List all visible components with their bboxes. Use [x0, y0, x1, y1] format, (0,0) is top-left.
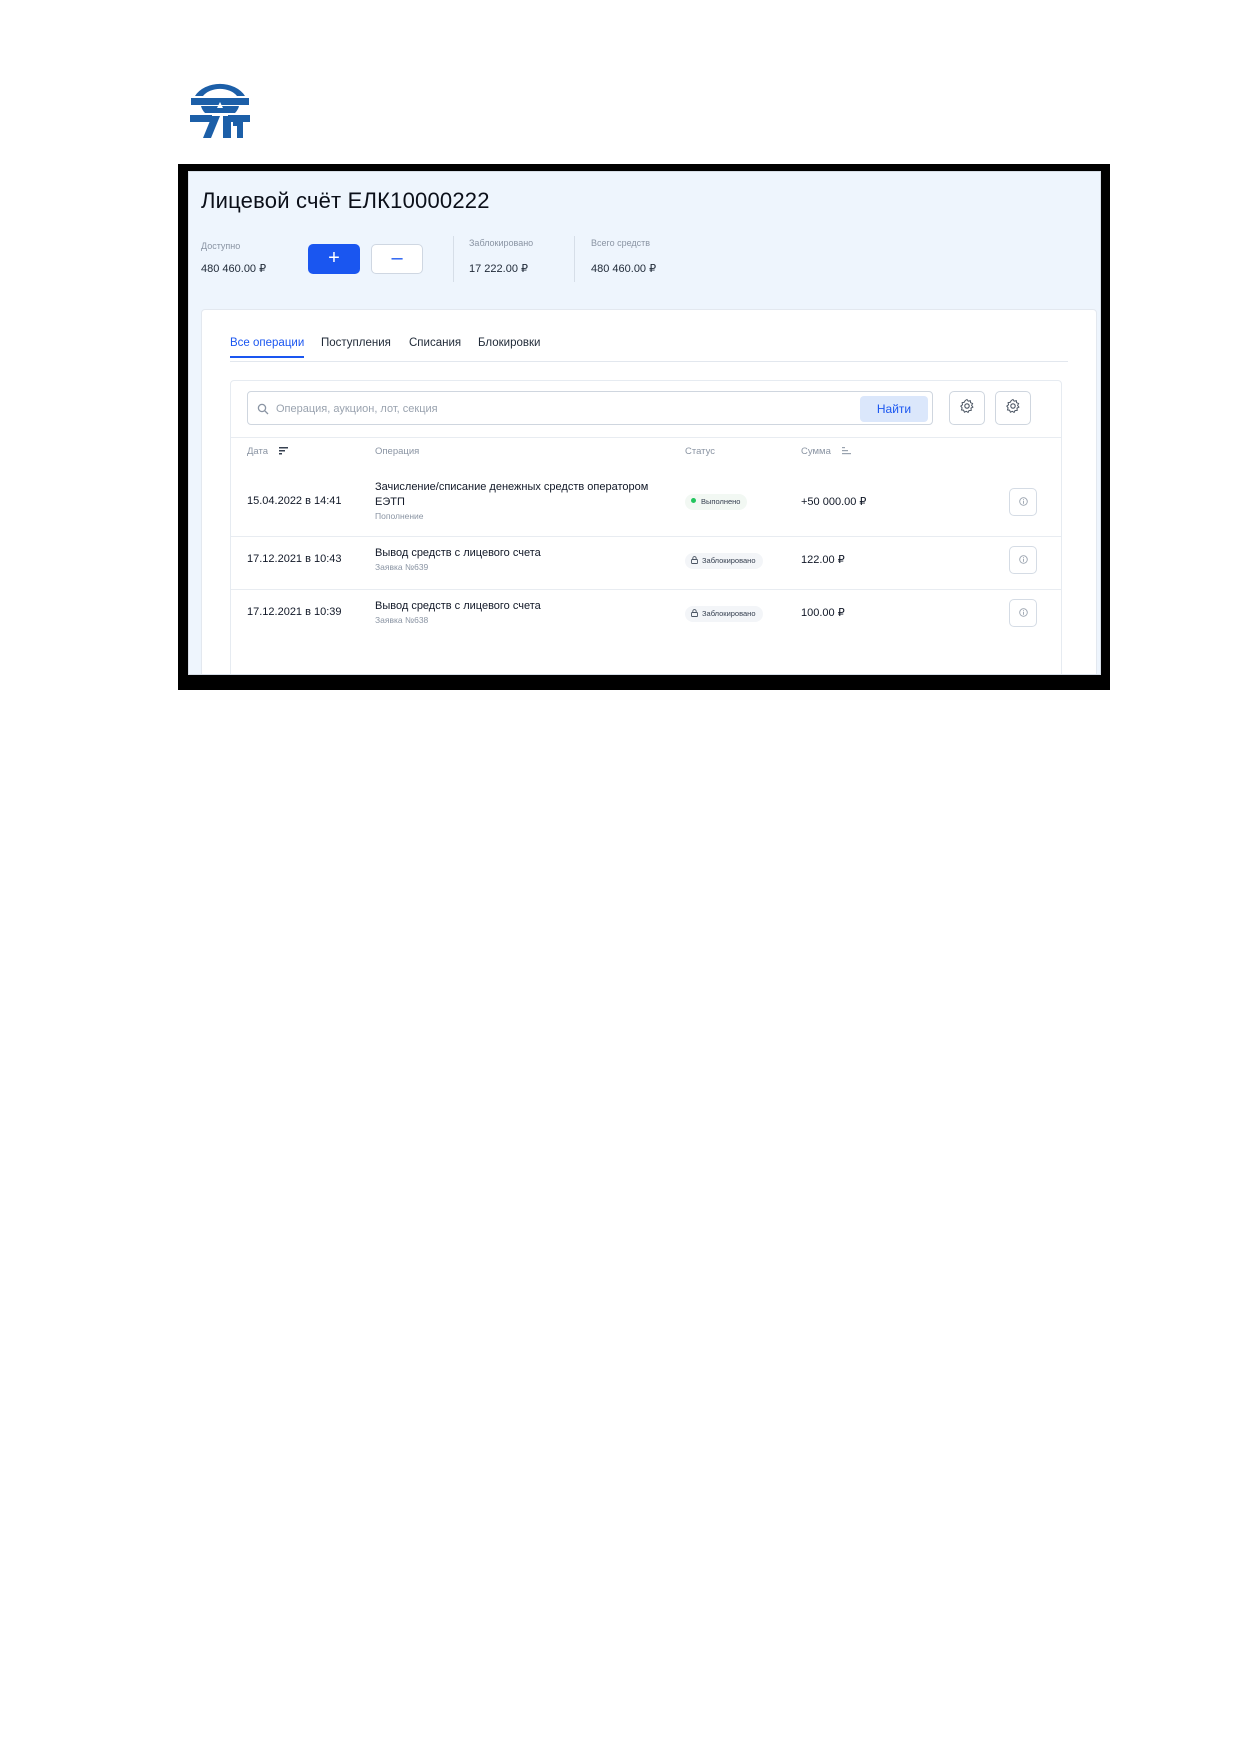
status-text: Заблокировано	[702, 556, 756, 565]
row-operation: Зачисление/списание денежных средств опе…	[375, 481, 649, 493]
status-badge: Заблокировано	[685, 553, 763, 569]
account-screen: Лицевой счёт ЕЛК10000222 Доступно 480 46…	[188, 171, 1101, 675]
status-column-header: Статус	[685, 446, 716, 457]
info-icon	[1018, 604, 1028, 622]
blocked-value: 17 222.00 ₽	[469, 263, 528, 275]
row-subtitle: Заявка №639	[375, 562, 429, 572]
search-input[interactable]	[274, 398, 838, 420]
tab-blocks[interactable]: Блокировки	[478, 337, 540, 349]
withdraw-button[interactable]: –	[371, 244, 423, 274]
lock-icon	[691, 554, 698, 570]
info-icon	[1018, 551, 1028, 569]
row-amount: 122.00 ₽	[801, 554, 845, 566]
available-value: 480 460.00 ₽	[201, 263, 267, 275]
divider	[453, 236, 454, 282]
status-dot-icon	[691, 498, 696, 503]
sort-icon[interactable]	[278, 447, 288, 458]
row-date: 17.12.2021 в 10:43	[247, 553, 342, 565]
status-badge: Заблокировано	[685, 606, 763, 622]
divider	[231, 437, 1061, 438]
row-subtitle: Пополнение	[375, 511, 424, 521]
row-subtitle: Заявка №638	[375, 615, 429, 625]
info-icon	[1018, 493, 1028, 511]
info-button[interactable]	[1009, 488, 1037, 516]
screenshot-frame: Лицевой счёт ЕЛК10000222 Доступно 480 46…	[178, 164, 1110, 690]
amount-header-label: Сумма	[801, 446, 831, 457]
divider	[231, 589, 1061, 590]
tab-debits[interactable]: Списания	[409, 337, 461, 349]
row-date: 15.04.2022 в 14:41	[247, 495, 342, 507]
row-operation: ЕЭТП	[375, 496, 405, 508]
operations-panel: Найти Дата	[230, 380, 1062, 674]
tab-all-operations[interactable]: Все операции	[230, 337, 305, 358]
info-button[interactable]	[1009, 546, 1037, 574]
status-text: Заблокировано	[702, 609, 756, 618]
info-button[interactable]	[1009, 599, 1037, 627]
lock-icon	[691, 607, 698, 623]
tab-income[interactable]: Поступления	[321, 337, 391, 349]
find-button[interactable]: Найти	[860, 396, 928, 422]
row-amount: 100.00 ₽	[801, 607, 845, 619]
date-column-header[interactable]: Дата	[247, 446, 288, 458]
total-value: 480 460.00 ₽	[591, 263, 657, 275]
search-icon	[257, 402, 269, 415]
row-amount: +50 000.00 ₽	[801, 496, 867, 508]
date-header-label: Дата	[247, 446, 269, 457]
amount-column-header[interactable]: Сумма	[801, 446, 851, 458]
available-label: Доступно	[201, 241, 241, 251]
search-box: Найти	[247, 391, 933, 425]
divider	[231, 536, 1061, 537]
status-badge: Выполнено	[685, 494, 748, 510]
tabs-bar: Все операции Поступления Списания Блокир…	[230, 337, 1068, 362]
divider	[574, 236, 575, 282]
settings-button[interactable]	[995, 391, 1031, 425]
operation-column-header: Операция	[375, 446, 420, 457]
row-date: 17.12.2021 в 10:39	[247, 606, 342, 618]
company-logo	[187, 76, 253, 142]
deposit-button[interactable]: +	[308, 244, 360, 274]
operations-card: Все операции Поступления Списания Блокир…	[201, 309, 1097, 674]
settings-button[interactable]	[949, 391, 985, 425]
status-text: Выполнено	[701, 497, 741, 506]
page-title: Лицевой счёт ЕЛК10000222	[201, 188, 490, 213]
row-operation: Вывод средств с лицевого счета	[375, 547, 541, 559]
row-operation: Вывод средств с лицевого счета	[375, 600, 541, 612]
gear-icon	[959, 398, 975, 419]
gear-icon	[1005, 398, 1021, 419]
total-label: Всего средств	[591, 238, 651, 248]
blocked-label: Заблокировано	[469, 238, 534, 248]
sort-icon[interactable]	[841, 447, 851, 458]
